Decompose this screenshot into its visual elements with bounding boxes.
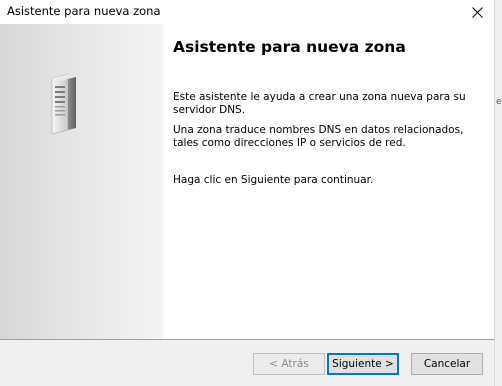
close-button[interactable] (460, 0, 494, 24)
window-title: Asistente para nueva zona (7, 4, 161, 18)
intro-paragraph: Este asistente le ayuda a crear una zona… (173, 91, 466, 116)
server-tower-icon (51, 73, 76, 134)
cancel-button[interactable]: Cancelar (411, 353, 483, 375)
back-button[interactable]: < Atrás (253, 353, 325, 375)
zone-description-paragraph: Una zona traduce nombres DNS en datos re… (173, 124, 464, 149)
continue-instruction: Haga clic en Siguiente para continuar. (173, 174, 374, 186)
close-icon (471, 6, 483, 18)
background-window-text: e (496, 97, 502, 107)
wizard-content: Asistente para nueva zona Este asistente… (163, 24, 494, 339)
next-button[interactable]: Siguiente > (327, 353, 399, 375)
wizard-side-panel (0, 24, 163, 339)
wizard-window: Asistente para nueva zona Asistente para… (0, 0, 495, 386)
wizard-heading: Asistente para nueva zona (173, 38, 406, 56)
background-window-edge (495, 24, 502, 386)
title-bar: Asistente para nueva zona (0, 0, 494, 24)
button-bar: < Atrás Siguiente > Cancelar (0, 340, 494, 386)
